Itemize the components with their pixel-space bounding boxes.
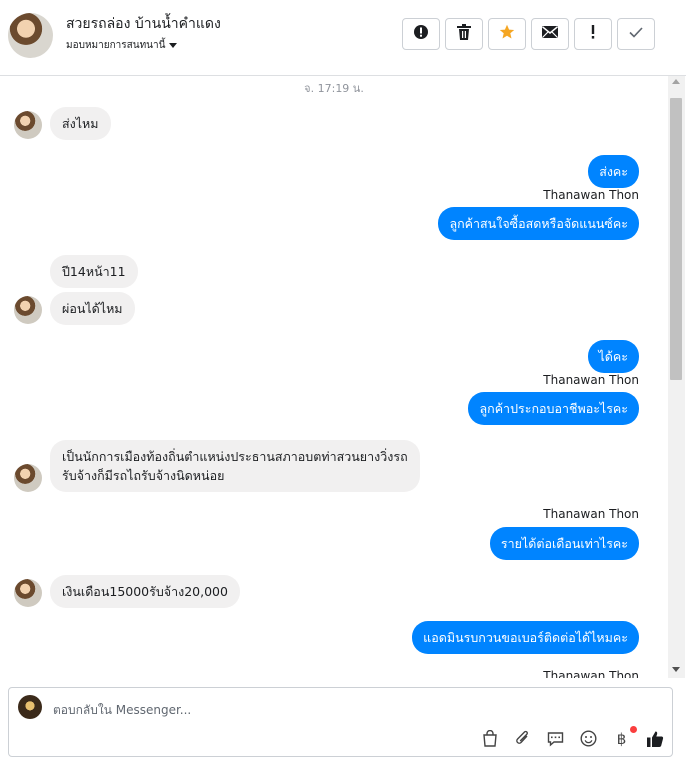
message-incoming-multiline: เป็นนักการเมืองท้องถิ่นตำแหน่งประธานสภาอ…	[50, 440, 420, 492]
check-icon	[629, 26, 643, 42]
contact-avatar-small	[14, 296, 42, 324]
saved-reply-icon[interactable]	[546, 730, 565, 747]
contact-name[interactable]: สวยรถล่อง บ้านน้ำคำแดง	[66, 13, 221, 35]
message-outgoing: ได้คะ	[587, 340, 639, 373]
caret-down-icon	[169, 43, 178, 48]
message-outgoing: แอดมินรบกวนขอเบอร์ติดต่อได้ไหมคะ	[412, 621, 639, 654]
message-outgoing: ลูกค้าประกอบอาชีพอะไรคะ	[468, 392, 639, 425]
mark-unread-button[interactable]	[531, 18, 569, 50]
star-button[interactable]	[488, 18, 526, 50]
spam-alert-button[interactable]	[402, 18, 440, 50]
payment-baht-icon[interactable]: ฿	[612, 726, 637, 748]
alert-circle-icon	[413, 24, 429, 44]
like-icon[interactable]	[645, 730, 664, 747]
message-outgoing: รายได้ต่อเดือนเท่าไรคะ	[489, 527, 639, 560]
sender-name: Thanawan Thon	[543, 373, 639, 387]
sender-name: Thanawan Thon	[543, 188, 639, 202]
thread-timestamp: จ. 17:19 น.	[304, 82, 364, 95]
message-incoming: ผ่อนได้ไหม	[50, 292, 135, 325]
envelope-icon	[542, 26, 558, 42]
sender-name: Thanawan Thon	[543, 507, 639, 521]
conversation-header: สวยรถล่อง บ้านน้ำคำแดง มอบหมายการสนทนานี…	[0, 0, 686, 76]
contact-avatar-small	[14, 579, 42, 607]
assign-conversation-dropdown[interactable]: มอบหมายการสนทนานี้	[66, 38, 178, 53]
scroll-down-arrow-icon[interactable]	[672, 667, 680, 672]
emoji-icon[interactable]	[579, 730, 598, 747]
follow-up-button[interactable]	[574, 18, 612, 50]
sender-name: Thanawan Thon	[543, 669, 639, 678]
trash-icon	[457, 24, 471, 44]
reply-input[interactable]: ตอบกลับใน Messenger...	[53, 701, 191, 720]
composer-toolbar: ฿	[480, 726, 664, 748]
message-outgoing: ส่งคะ	[588, 155, 639, 188]
assign-label: มอบหมายการสนทนานี้	[66, 40, 166, 51]
exclamation-icon	[591, 25, 595, 43]
message-thread[interactable]: จ. 17:19 น. ส่งไหม ส่งคะ Thanawan Thon ล…	[0, 76, 668, 678]
page-avatar	[18, 695, 42, 719]
message-line: เป็นนักการเมืองท้องถิ่นตำแหน่งประธานสภาอ…	[62, 449, 408, 464]
message-line: รับจ้างก็มีรถไถรับจ้างนิดหน่อย	[62, 468, 225, 483]
shopping-bag-icon[interactable]	[480, 730, 499, 747]
message-outgoing: ลูกค้าสนใจซื้อสดหรือจัดแนนซ์คะ	[438, 207, 639, 240]
mark-done-button[interactable]	[617, 18, 655, 50]
delete-button[interactable]	[445, 18, 483, 50]
paperclip-icon[interactable]	[513, 730, 532, 747]
contact-avatar-small	[14, 464, 42, 492]
message-incoming: ปี14หน้า11	[50, 255, 138, 288]
star-icon	[499, 24, 515, 44]
scroll-up-arrow-icon[interactable]	[672, 79, 680, 84]
message-incoming: ส่งไหม	[50, 107, 111, 140]
contact-avatar[interactable]	[8, 13, 53, 58]
conversation-actions	[402, 18, 655, 50]
message-incoming: เงินเดือน15000รับจ้าง20,000	[50, 575, 240, 608]
contact-avatar-small	[14, 111, 42, 139]
notification-dot	[630, 726, 637, 733]
thread-scrollbar[interactable]	[668, 76, 685, 678]
scroll-thumb[interactable]	[670, 98, 682, 380]
